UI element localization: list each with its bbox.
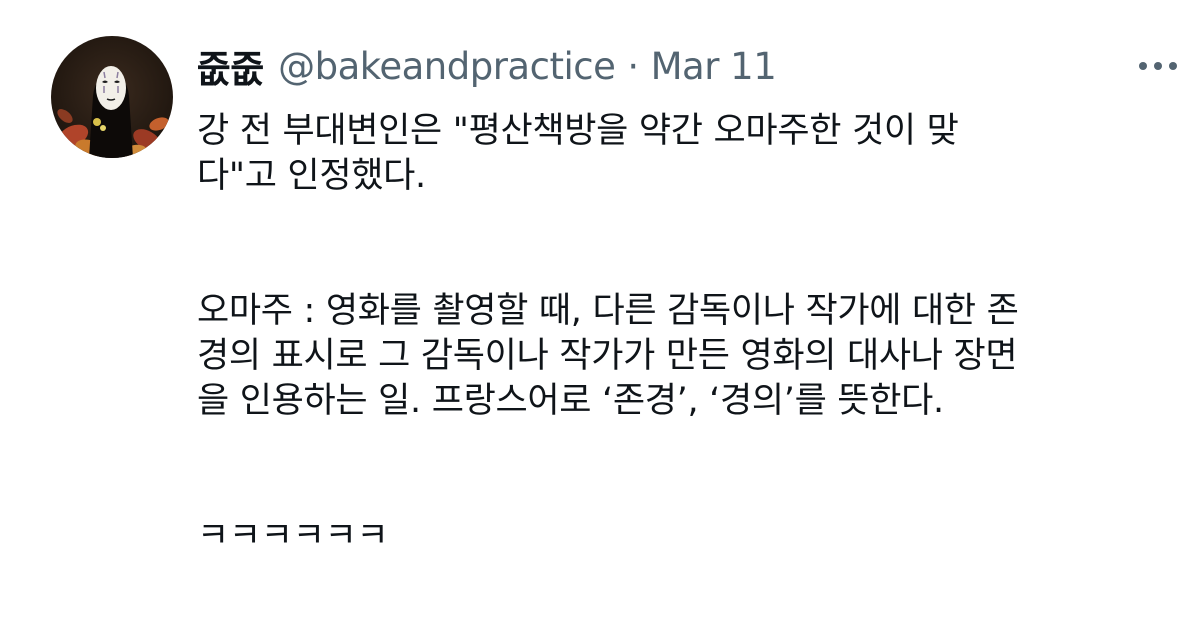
no-face-avatar-icon <box>51 36 173 158</box>
tweet-paragraph: 오마주 : 영화를 촬영할 때, 다른 감독이나 작가에 대한 존 경의 표시로… <box>197 291 1019 421</box>
tweet-header: 줎줎 @bakeandpractice · Mar 11 <box>197 38 777 94</box>
separator-dot: · <box>627 44 639 88</box>
more-options-button[interactable] <box>1136 54 1180 78</box>
avatar[interactable] <box>51 36 173 158</box>
tweet-paragraph: 강 전 부대변인은 "평산책방을 약간 오마주한 것이 맞 다"고 인정했다. <box>197 111 959 196</box>
more-horizontal-icon <box>1139 62 1177 70</box>
author-display-name[interactable]: 줎줎 <box>197 39 265 93</box>
author-handle[interactable]: @bakeandpractice <box>278 45 616 88</box>
tweet-date[interactable]: Mar 11 <box>651 45 777 88</box>
tweet-text: 강 전 부대변인은 "평산책방을 약간 오마주한 것이 맞 다"고 인정했다. … <box>197 109 1187 559</box>
tweet: 줎줎 @bakeandpractice · Mar 11 강 전 부대변인은 "… <box>0 0 1196 617</box>
tweet-paragraph: ㅋㅋㅋㅋㅋㅋ <box>197 516 389 556</box>
